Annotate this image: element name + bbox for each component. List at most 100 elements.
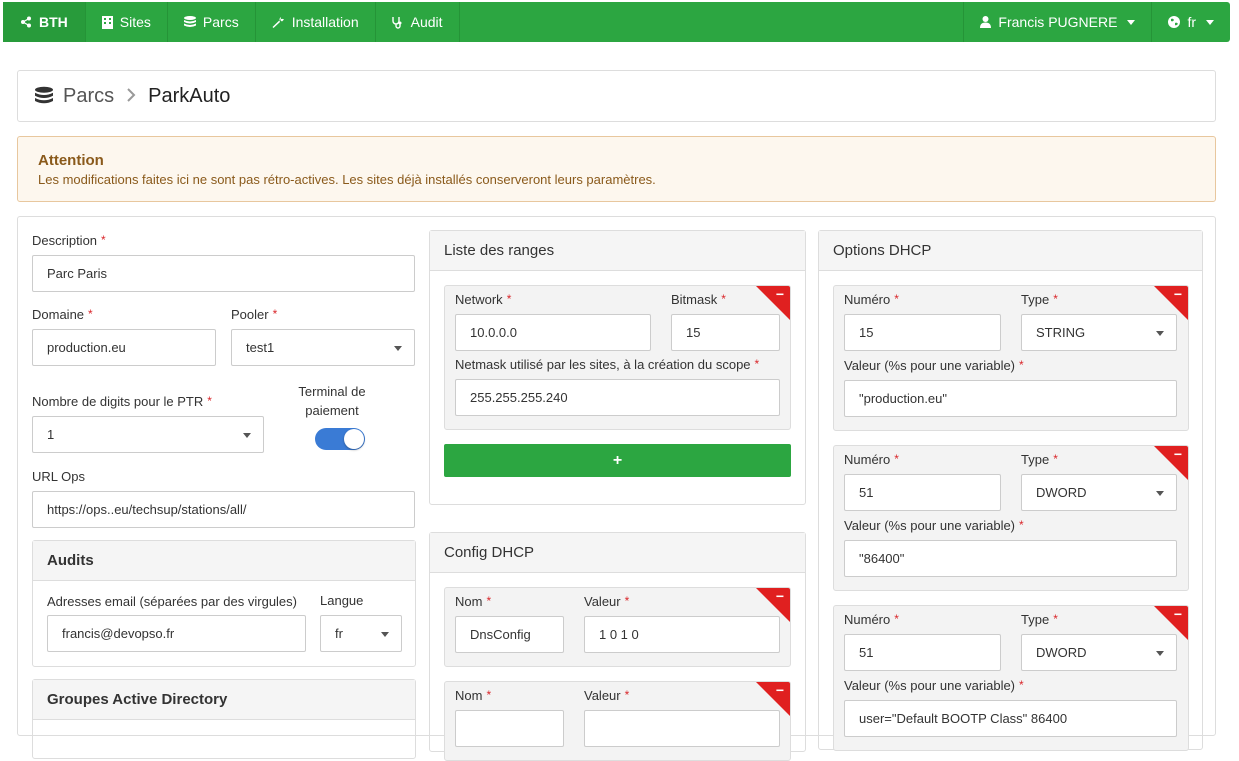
ptr-select[interactable]: 1 [32,416,264,453]
chevron-right-icon [126,85,136,108]
wrench-icon [272,16,284,28]
valeur-field[interactable] [584,710,780,747]
url-ops-field[interactable]: https://ops..eu/techsup/stations/all/ [32,491,415,528]
range-card: − Network * 10.0.0.0 Bitmask * 15 Netmask … [444,285,791,430]
valeur-value: 1 0 1 0 [599,627,639,642]
nav-parcs[interactable]: Parcs [168,2,256,42]
url-ops-label: URL Ops [32,469,85,484]
chevron-down-icon [1156,330,1164,336]
netmask-field[interactable]: 255.255.255.240 [455,379,780,416]
nav-installation[interactable]: Installation [256,2,376,42]
option-card: − Numéro * 51 Type * DWORD Valeur (%s pour… [833,445,1189,591]
nom-value: DnsConfig [470,627,531,642]
user-name: Francis PUGNERE [998,14,1118,30]
pooler-select[interactable]: test1 [231,329,415,366]
type-value: DWORD [1036,645,1087,660]
alert-title: Attention [38,152,104,169]
numero-label: Numéro * [844,452,899,467]
option-card: − Numéro * 15 Type * STRING Valeur (%s pou… [833,285,1189,431]
nom-field[interactable]: DnsConfig [455,616,564,653]
language-label: fr [1187,14,1196,30]
plus-icon: + [612,451,623,469]
chevron-down-icon [1156,650,1164,656]
nom-field[interactable] [455,710,564,747]
domaine-field[interactable]: production.eu [32,329,216,366]
description-label: Description * [32,233,106,248]
ranges-title: Liste des ranges [430,231,805,271]
option-valeur-field[interactable]: user="Default BOOTP Class" 86400 [844,700,1177,737]
network-field[interactable]: 10.0.0.0 [455,314,651,351]
user-icon [980,16,992,28]
database-icon [183,15,196,27]
domaine-value: production.eu [47,340,126,355]
database-icon [35,86,53,103]
numero-field[interactable]: 51 [844,474,1001,511]
terminal-label: Terminal de paiement [298,384,366,418]
nav-audit[interactable]: Audit [376,2,460,42]
ad-groups-panel: Groupes Active Directory [32,679,416,759]
numero-label: Numéro * [844,292,899,307]
langue-select[interactable]: fr [320,615,402,652]
type-select[interactable]: DWORD [1021,634,1177,671]
type-label: Type * [1021,612,1058,627]
option-valeur-field[interactable]: "86400" [844,540,1177,577]
option-valeur-label: Valeur (%s pour une variable) * [844,358,1024,373]
type-label: Type * [1021,452,1058,467]
type-select[interactable]: STRING [1021,314,1177,351]
config-dhcp-title: Config DHCP [430,533,805,573]
nav-parcs-label: Parcs [202,14,239,30]
config-card: − Nom * DnsConfig Valeur * 1 0 1 0 [444,587,791,667]
bitmask-label: Bitmask * [671,292,726,307]
alert-text: Les modifications faites ici ne sont pas… [38,172,656,187]
description-field[interactable]: Parc Paris [32,255,415,292]
nom-label: Nom * [455,688,492,703]
type-select[interactable]: DWORD [1021,474,1177,511]
chevron-down-icon [394,345,402,351]
add-range-button[interactable]: + [444,444,791,477]
minus-icon: − [775,286,784,302]
nav-sites[interactable]: Sites [86,2,168,42]
chevron-down-icon [1206,19,1214,25]
pooler-label: Pooler * [231,307,278,322]
stethoscope-icon [391,16,402,29]
warning-alert: Attention Les modifications faites ici n… [17,136,1216,202]
option-valeur-label: Valeur (%s pour une variable) * [844,518,1024,533]
numero-value: 51 [859,485,874,500]
breadcrumb-parent[interactable]: Parcs [63,85,114,108]
user-menu[interactable]: Francis PUGNERE [963,2,1151,42]
terminal-toggle[interactable] [315,428,365,450]
ptr-value: 1 [47,427,55,442]
chevron-down-icon [381,631,389,637]
numero-value: 51 [859,645,874,660]
valeur-label: Valeur * [584,688,630,703]
minus-icon: − [775,682,784,698]
network-value: 10.0.0.0 [470,325,517,340]
language-menu[interactable]: fr [1151,2,1230,42]
type-value: DWORD [1036,485,1087,500]
nav-installation-label: Installation [291,14,359,30]
network-label: Network * [455,292,512,307]
description-value: Parc Paris [47,266,107,281]
email-field[interactable]: francis@devopso.fr [47,615,306,652]
bitmask-field[interactable]: 15 [671,314,780,351]
ranges-panel: Liste des ranges − Network * 10.0.0.0 Bit… [429,230,806,505]
chevron-down-icon [1127,19,1136,25]
share-icon [21,16,31,28]
ad-groups-title: Groupes Active Directory [33,680,415,720]
numero-field[interactable]: 51 [844,634,1001,671]
valeur-label: Valeur * [584,594,630,609]
langue-label: Langue [320,593,364,608]
audits-title: Audits [33,541,415,581]
valeur-field[interactable]: 1 0 1 0 [584,616,780,653]
brand-link[interactable]: BTH [3,2,86,42]
nom-label: Nom * [455,594,492,609]
option-valeur-field[interactable]: "production.eu" [844,380,1177,417]
numero-field[interactable]: 15 [844,314,1001,351]
option-valeur-value: "86400" [859,551,905,566]
netmask-label: Netmask utilisé par les sites, à la créa… [455,357,760,372]
options-dhcp-panel: Options DHCP − Numéro * 15 Type * STRING V… [818,230,1203,751]
netmask-value: 255.255.255.240 [470,390,568,405]
option-valeur-label: Valeur (%s pour une variable) * [844,678,1024,693]
top-navbar: BTH Sites Parcs Installation Audit Franc… [3,2,1230,42]
nav-sites-label: Sites [119,14,151,30]
